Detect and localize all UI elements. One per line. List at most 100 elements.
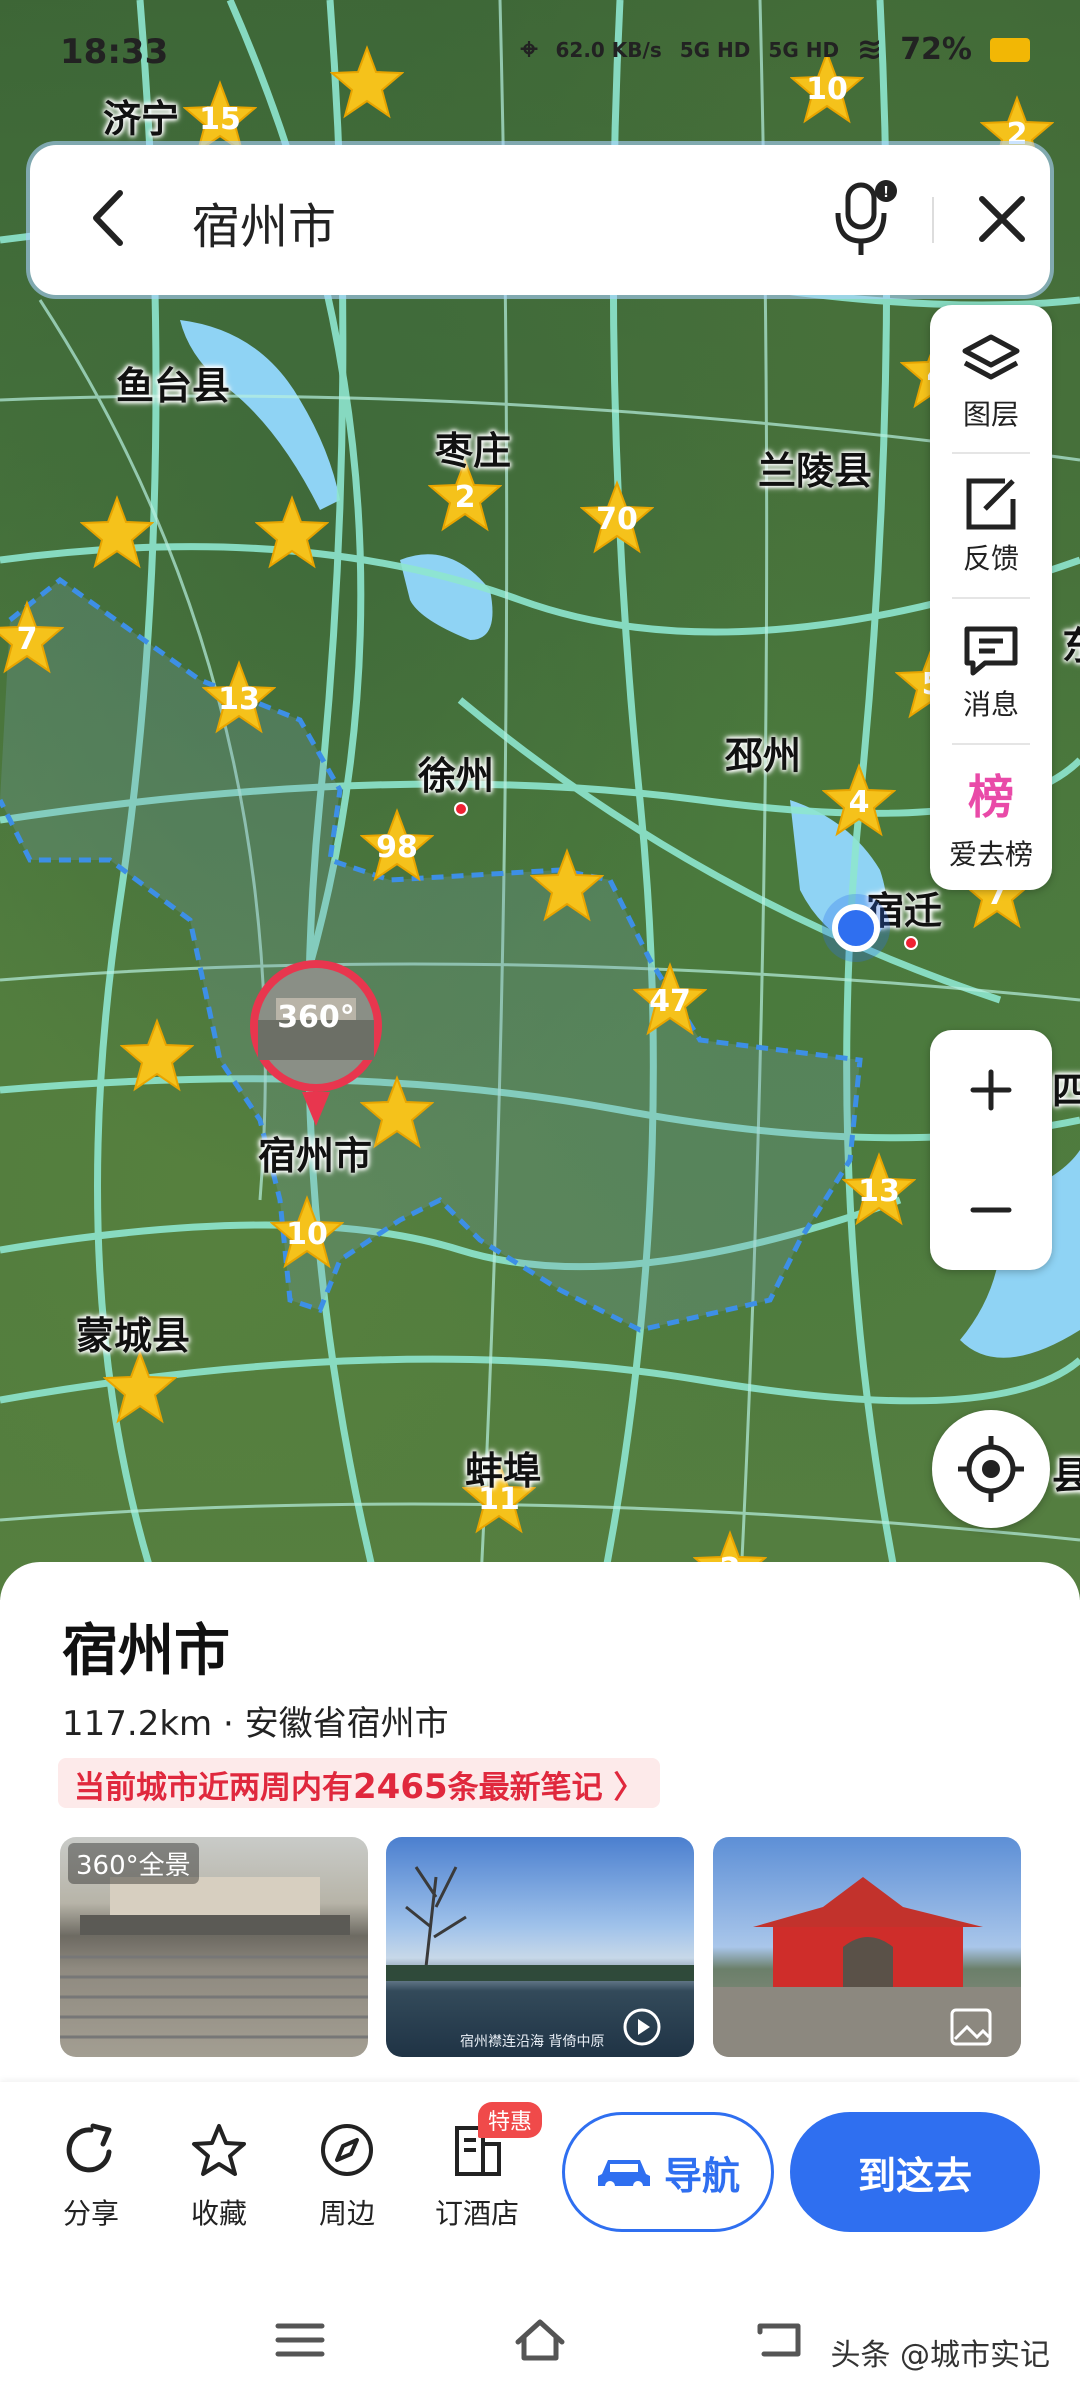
battery-icon [990,37,1030,62]
panorama-pin[interactable]: 360° [246,958,386,1128]
go-here-button[interactable]: 到这去 [790,2112,1040,2232]
share-label: 分享 [62,2197,119,2230]
search-query[interactable]: 宿州市 [192,187,336,257]
battery-text: 72% [900,32,972,67]
crosshair-icon [958,1436,1024,1502]
favorite-label: 收藏 [190,2197,247,2230]
photo-image[interactable] [713,1837,1021,2057]
map-poi-star[interactable] [80,495,154,569]
ranking-label: 爱去榜 [948,838,1033,871]
map-label-bengbu: 蚌埠 [465,1449,542,1493]
nearby-label: 周边 [318,2197,375,2230]
favorite-button[interactable]: 收藏 [164,2122,274,2232]
wifi-icon: ≋ [857,32,883,67]
home-icon[interactable] [512,2312,568,2368]
map-label-zaozhuang: 枣庄 [435,429,512,473]
map-label-pizhou: 邳州 [725,734,802,778]
map-poi-star[interactable]: 13 [842,1152,916,1226]
watermark: 头条 @城市实记 [830,2338,1050,2373]
system-navigation-bar: 头条 @城市实记 [0,2282,1080,2400]
network-speed: 62.0 KB/s [555,37,662,62]
photo-caption: 宿州襟连沿海 背倚中原 [460,2034,605,2050]
back-arrow-icon[interactable] [80,183,140,253]
map-poi-star[interactable] [530,848,604,922]
map-label-lanling: 兰陵县 [758,449,873,493]
network-1: 5G HD [679,37,751,62]
minus-icon [970,1207,1012,1213]
map-label-suzhou: 宿州市 [258,1134,373,1178]
map-label-yutai: 鱼台县 [116,364,231,408]
share-icon [66,2123,112,2173]
hotel-label: 订酒店 [434,2197,519,2230]
zoom-out-button[interactable] [930,1150,1052,1270]
divider [952,597,1030,599]
notes-suffix: 条最新笔记 [447,1770,603,1806]
map-poi-star[interactable]: 47 [633,962,707,1036]
messages-label: 消息 [962,688,1019,721]
ranking-button[interactable]: 榜 爱去榜 [930,767,1052,873]
feedback-button[interactable]: 反馈 [930,477,1052,577]
locate-button[interactable] [932,1410,1050,1528]
menu-icon[interactable] [272,2312,328,2368]
status-time: 18:33 [60,32,169,72]
star-icon [192,2124,246,2176]
map-poi-star[interactable]: 98 [360,808,434,882]
photo-panorama[interactable]: 360°全景 [60,1837,368,2057]
map-tools-panel: 图层 反馈 消息 榜 爱去榜 [930,305,1052,890]
map-poi-star[interactable]: 4 [822,763,896,837]
map-poi-star[interactable] [120,1018,194,1092]
action-bar: 分享 收藏 周边 订酒店 特惠 导航 到这去 [0,2082,1080,2282]
hotel-button[interactable]: 订酒店 [422,2122,532,2232]
panorama-pin-label: 360° [277,1000,355,1035]
map-label-edge-xian: 县 [1052,1454,1080,1498]
map-poi-star[interactable]: 10 [270,1195,344,1269]
panorama-badge: 360°全景 [68,1843,199,1884]
share-button[interactable]: 分享 [36,2122,146,2232]
map-poi-star[interactable] [255,495,329,569]
message-icon [964,626,1018,676]
map-label-edge-dong: 东 [1062,615,1080,670]
search-divider [932,197,934,243]
svg-text:!: ! [883,184,888,201]
map-label-mengcheng: 蒙城县 [76,1314,191,1358]
zoom-controls [930,1030,1052,1270]
close-icon[interactable] [970,187,1034,251]
location-icon: ⌖ [520,32,538,67]
divider [952,452,1030,454]
layers-icon [962,334,1020,380]
feedback-label: 反馈 [962,542,1019,575]
map-poi-star[interactable]: 13 [202,660,276,734]
messages-button[interactable]: 消息 [930,623,1052,723]
search-bar[interactable]: 宿州市 ! [30,145,1050,295]
navigate-button[interactable]: 导航 [562,2112,774,2232]
photo-video[interactable]: 宿州襟连沿海 背倚中原 [386,1837,694,2057]
layers-button[interactable]: 图层 [930,333,1052,433]
map-label-edge-si: 四 [1052,1069,1080,1113]
place-distance-address: 117.2km · 安徽省宿州市 [62,1704,449,1744]
network-2: 5G HD [768,37,840,62]
zoom-in-button[interactable] [930,1030,1052,1150]
notes-banner[interactable]: 当前城市近两周内有2465条最新笔记 〉 [58,1758,661,1808]
compass-icon [321,2124,373,2176]
go-here-label: 到这去 [857,2153,972,2198]
microphone-icon[interactable]: ! [830,177,900,263]
map-label-xuzhou: 徐州 [418,754,495,798]
navigate-label: 导航 [663,2153,740,2198]
map-poi-star[interactable]: 70 [580,480,654,554]
layers-label: 图层 [962,398,1019,431]
current-location-marker [832,904,880,952]
map-poi-star[interactable] [103,1350,177,1424]
nearby-button[interactable]: 周边 [292,2122,402,2232]
back-icon[interactable] [752,2312,808,2368]
plus-icon [970,1069,1012,1111]
ranking-icon: 榜 [968,770,1014,824]
play-icon [623,2008,661,2046]
place-title: 宿州市 [62,1619,230,1684]
place-detail-sheet: 宿州市 117.2km · 安徽省宿州市 当前城市近两周内有2465条最新笔记 … [0,1562,1080,2082]
city-dot [454,802,468,816]
chevron-right-icon: 〉 [613,1770,645,1806]
map-app: 15 10 2 2 70 7 13 5 98 4 7 47 10 13 11 2… [0,0,1080,2400]
map-poi-star[interactable]: 7 [0,600,64,674]
status-bar: 18:33 ⌖ 62.0 KB/s 5G HD 5G HD ≋ 72% [0,0,1080,110]
divider [952,743,1030,745]
